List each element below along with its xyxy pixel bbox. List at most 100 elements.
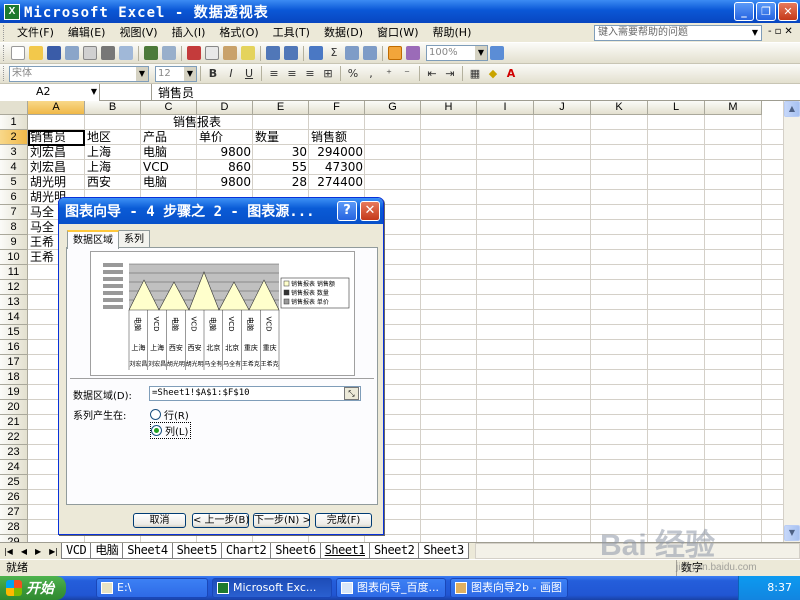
dialog-close-button[interactable]: ✕ <box>360 201 380 221</box>
hyperlink-icon[interactable] <box>309 46 323 60</box>
chevron-down-icon[interactable]: ▼ <box>749 26 761 40</box>
tab-navigation[interactable]: |◀ ◀ ▶ ▶| <box>0 543 62 559</box>
row-header-18[interactable]: 18 <box>0 370 28 385</box>
paste-icon[interactable] <box>223 46 237 60</box>
data-cell[interactable]: 刘宏昌 <box>28 160 85 175</box>
spelling-icon[interactable] <box>144 46 158 60</box>
data-cell[interactable]: 47300 <box>309 160 365 175</box>
row-header-27[interactable]: 27 <box>0 505 28 520</box>
header-cell[interactable]: 数量 <box>253 130 309 145</box>
column-header-b[interactable]: B <box>85 101 141 115</box>
sheet-tab-sheet3[interactable]: Sheet3 <box>418 543 469 559</box>
cancel-button[interactable]: 取消 <box>133 513 186 528</box>
header-cell[interactable]: 产品 <box>141 130 197 145</box>
open-icon[interactable] <box>29 46 43 60</box>
chart-wizard-icon[interactable] <box>388 46 402 60</box>
menu-edit[interactable]: 编辑(E) <box>61 24 113 42</box>
data-cell[interactable]: 刘宏昌 <box>28 145 85 160</box>
row-header-28[interactable]: 28 <box>0 520 28 535</box>
align-right-icon[interactable]: ≡ <box>301 66 319 82</box>
undo-icon[interactable] <box>266 46 280 60</box>
copy-icon[interactable] <box>205 46 219 60</box>
font-size-select[interactable]: 12 ▼ <box>155 65 197 82</box>
row-header-2[interactable]: 2 <box>0 130 28 145</box>
radio-icon[interactable] <box>150 409 161 420</box>
formula-input[interactable]: 销售员 <box>152 84 194 101</box>
start-button[interactable]: 开始 <box>0 576 66 600</box>
data-cell[interactable]: 电脑 <box>141 145 197 160</box>
data-cell[interactable]: VCD <box>141 160 197 175</box>
font-color-icon[interactable]: A <box>502 66 520 82</box>
tab-series[interactable]: 系列 <box>118 230 150 248</box>
toolbar-grip[interactable] <box>3 24 6 41</box>
row-header-16[interactable]: 16 <box>0 340 28 355</box>
help-search-input[interactable]: 键入需要帮助的问题 ▼ <box>594 25 762 41</box>
menu-format[interactable]: 格式(O) <box>212 24 265 42</box>
font-select[interactable]: 宋体 ▼ <box>9 65 149 82</box>
prev-sheet-icon[interactable]: ◀ <box>21 547 27 556</box>
row-header-4[interactable]: 4 <box>0 160 28 175</box>
menu-view[interactable]: 视图(V) <box>112 24 164 42</box>
bold-button[interactable]: B <box>204 66 222 82</box>
underline-button[interactable]: U <box>240 66 258 82</box>
autosum-icon[interactable]: Σ <box>325 45 343 61</box>
fill-color-icon[interactable]: ◆ <box>484 66 502 82</box>
data-cell[interactable]: 9800 <box>197 175 253 190</box>
drawing-icon[interactable] <box>406 46 420 60</box>
vertical-scrollbar[interactable]: ▲ ▼ <box>783 101 800 542</box>
chevron-down-icon[interactable]: ▼ <box>136 66 148 81</box>
task-browser[interactable]: 图表向导_百度... <box>336 578 446 598</box>
column-header-j[interactable]: J <box>534 101 591 115</box>
finish-button[interactable]: 完成(F) <box>315 513 372 528</box>
close-button[interactable]: ✕ <box>778 2 798 21</box>
restore-button[interactable]: ❐ <box>756 2 776 21</box>
chevron-down-icon[interactable]: ▼ <box>475 46 487 60</box>
column-header-a[interactable]: A <box>28 101 85 115</box>
sheet-tab-sheet6[interactable]: Sheet6 <box>270 543 321 559</box>
data-cell[interactable]: 860 <box>197 160 253 175</box>
first-sheet-icon[interactable]: |◀ <box>4 547 13 556</box>
task-explorer[interactable]: E:\ <box>96 578 208 598</box>
data-cell[interactable]: 274400 <box>309 175 365 190</box>
help-icon[interactable] <box>490 46 504 60</box>
data-cell[interactable]: 9800 <box>197 145 253 160</box>
sort-ascending-icon[interactable] <box>345 46 359 60</box>
column-header-k[interactable]: K <box>591 101 648 115</box>
select-all-corner[interactable] <box>0 101 28 115</box>
row-header-11[interactable]: 11 <box>0 265 28 280</box>
sheet-tab-sheet1[interactable]: Sheet1 <box>319 543 370 559</box>
row-header-9[interactable]: 9 <box>0 235 28 250</box>
task-excel[interactable]: Microsoft Exc... <box>212 578 332 598</box>
row-header-13[interactable]: 13 <box>0 295 28 310</box>
sheet-tab-sheet2[interactable]: Sheet2 <box>369 543 420 559</box>
radio-columns[interactable]: 列(L) <box>150 422 192 439</box>
decrease-indent-icon[interactable]: ⇤ <box>423 66 441 82</box>
column-header-c[interactable]: C <box>141 101 197 115</box>
save-icon[interactable] <box>47 46 61 60</box>
row-header-19[interactable]: 19 <box>0 385 28 400</box>
currency-icon[interactable]: % <box>344 66 362 82</box>
sheet-tab-sheet5[interactable]: Sheet5 <box>171 543 222 559</box>
dialog-help-button[interactable]: ? <box>337 201 357 221</box>
fx-icon[interactable] <box>100 83 152 101</box>
name-box[interactable]: A2 ▼ <box>0 83 100 101</box>
row-header-22[interactable]: 22 <box>0 430 28 445</box>
task-paint[interactable]: 图表向导2b - 画图 <box>450 578 568 598</box>
data-cell[interactable]: 上海 <box>85 160 141 175</box>
cut-icon[interactable] <box>187 46 201 60</box>
row-header-25[interactable]: 25 <box>0 475 28 490</box>
dialog-title-bar[interactable]: 图表向导 - 4 步骤之 2 - 图表源... <box>59 198 383 224</box>
zoom-select[interactable]: 100% ▼ <box>426 45 488 61</box>
research-icon[interactable] <box>162 46 176 60</box>
print-preview-icon[interactable] <box>119 46 133 60</box>
align-left-icon[interactable]: ≡ <box>265 66 283 82</box>
minimize-button[interactable]: _ <box>734 2 754 21</box>
row-header-8[interactable]: 8 <box>0 220 28 235</box>
sheet-tab-sheet4[interactable]: Sheet4 <box>122 543 173 559</box>
column-header-l[interactable]: L <box>648 101 705 115</box>
row-header-17[interactable]: 17 <box>0 355 28 370</box>
row-header-21[interactable]: 21 <box>0 415 28 430</box>
row-header-1[interactable]: 1 <box>0 115 28 130</box>
data-cell[interactable]: 294000 <box>309 145 365 160</box>
row-header-7[interactable]: 7 <box>0 205 28 220</box>
